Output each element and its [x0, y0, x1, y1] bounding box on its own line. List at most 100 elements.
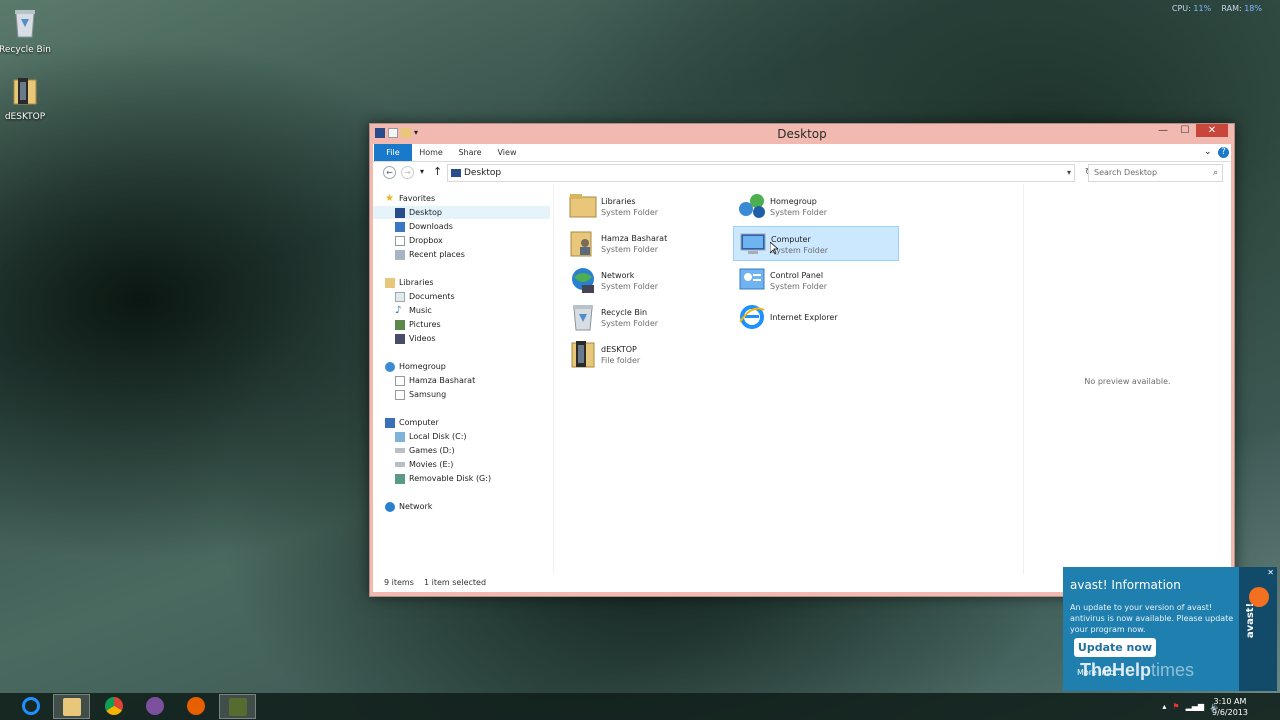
nav-item-libraries[interactable]: Libraries — [385, 276, 434, 289]
nav-item-samsung[interactable]: Samsung — [395, 388, 446, 401]
taskbar-app[interactable] — [219, 694, 256, 719]
computer-icon — [385, 417, 395, 428]
nav-item-local-disk-c[interactable]: Local Disk (C:) — [395, 430, 467, 443]
address-dropdown-icon[interactable]: ▾ — [1067, 165, 1071, 181]
search-icon[interactable]: ⌕ — [1213, 165, 1218, 181]
minimize-button[interactable]: — — [1152, 124, 1174, 137]
file-type: System Folder — [601, 282, 659, 291]
nav-item-pictures[interactable]: Pictures — [395, 318, 441, 331]
libraries-icon — [569, 194, 597, 218]
file-item-homegroup[interactable]: Homegroup System Folder — [733, 189, 899, 224]
nav-item-documents[interactable]: Documents — [395, 290, 455, 303]
mouse-cursor-icon — [770, 242, 778, 255]
flag-icon[interactable]: ⚑ — [1172, 702, 1179, 711]
nav-item-label: Favorites — [399, 194, 436, 203]
file-item-network[interactable]: Network System Folder — [564, 263, 730, 298]
file-item-recycle-bin[interactable]: Recycle Bin System Folder — [564, 300, 730, 335]
nav-item-label: Computer — [399, 418, 439, 427]
tab-file[interactable]: File — [374, 144, 412, 161]
navigation-bar: ← → ▾ ↑ Desktop ▾ ↻ Search Desktop ⌕ — [373, 162, 1231, 184]
network-icon — [385, 501, 395, 512]
help-icon[interactable]: ? — [1218, 147, 1229, 158]
control-panel-icon — [739, 268, 765, 290]
clock-time: 3:10 AM — [1213, 697, 1247, 706]
expand-ribbon-icon[interactable]: ⌄ — [1204, 147, 1212, 157]
app-icon — [228, 698, 247, 716]
back-button[interactable]: ← — [383, 166, 396, 179]
drive-icon — [395, 462, 405, 467]
tab-home[interactable]: Home — [417, 144, 445, 161]
tab-share[interactable]: Share — [456, 144, 484, 161]
file-explorer-icon — [62, 698, 81, 716]
video-icon — [395, 333, 405, 344]
address-bar[interactable]: Desktop ▾ — [447, 164, 1075, 182]
taskbar-viber[interactable] — [136, 694, 173, 719]
desktop-icon-label: Recycle Bin — [0, 45, 51, 55]
nav-item-movies-e[interactable]: Movies (E:) — [395, 458, 453, 471]
file-item-computer[interactable]: Computer System Folder — [733, 226, 899, 261]
firefox-icon — [186, 697, 205, 715]
title-bar[interactable]: ▾ Desktop — ☐ ✕ — [370, 124, 1234, 144]
file-item-desktop-folder[interactable]: dESKTOP File folder — [564, 337, 730, 372]
close-button[interactable]: ✕ — [1196, 124, 1228, 137]
taskbar-internet-explorer[interactable] — [12, 694, 49, 719]
tab-view[interactable]: View — [495, 144, 519, 161]
nav-item-games-d[interactable]: Games (D:) — [395, 444, 455, 457]
desktop-icon-recycle-bin[interactable]: Recycle Bin — [0, 7, 57, 55]
recent-locations-icon[interactable]: ▾ — [420, 167, 424, 176]
nav-item-downloads[interactable]: Downloads — [395, 220, 453, 233]
tray-expand-icon[interactable]: ▴ — [1162, 702, 1166, 711]
preview-pane: No preview available. — [1023, 184, 1231, 574]
network-icon — [572, 268, 594, 293]
recent-places-icon — [395, 249, 405, 260]
nav-item-music[interactable]: ♪ Music — [395, 304, 432, 317]
preview-message: No preview available. — [1084, 377, 1171, 386]
network-signal-icon[interactable]: ▂▄▆ — [1186, 702, 1204, 711]
nav-item-label: Recent places — [409, 250, 465, 259]
desktop-icon — [451, 169, 461, 177]
navigation-pane: ★ Favorites Desktop Downloads Dropbox Rec… — [373, 184, 551, 574]
nav-item-recent-places[interactable]: Recent places — [395, 248, 465, 261]
desktop-icon-desktop-folder[interactable]: dESKTOP — [0, 74, 57, 122]
ribbon: File Home Share View ⌄ ? — [373, 144, 1231, 162]
up-button[interactable]: ↑ — [433, 165, 442, 178]
user-icon — [395, 389, 405, 400]
music-icon: ♪ — [395, 304, 402, 316]
update-now-button[interactable]: Update now — [1074, 638, 1156, 657]
taskbar-firefox[interactable] — [177, 694, 214, 719]
drive-icon — [395, 431, 405, 442]
nav-item-desktop[interactable]: Desktop — [373, 206, 550, 219]
nav-item-computer[interactable]: Computer — [385, 416, 439, 429]
viber-icon — [145, 697, 164, 715]
file-item-internet-explorer[interactable]: Internet Explorer — [733, 300, 899, 335]
recycle-bin-icon — [15, 10, 35, 38]
taskbar-file-explorer[interactable] — [53, 694, 90, 719]
file-item-control-panel[interactable]: Control Panel System Folder — [733, 263, 899, 298]
search-input[interactable]: Search Desktop ⌕ — [1088, 164, 1223, 182]
taskbar-chrome[interactable] — [95, 694, 132, 719]
nav-item-favorites[interactable]: ★ Favorites — [385, 192, 435, 205]
file-list: Libraries System Folder Homegroup System… — [553, 184, 1023, 574]
nav-item-dropbox[interactable]: Dropbox — [395, 234, 443, 247]
nav-item-network[interactable]: Network — [385, 500, 432, 513]
file-name: Hamza Basharat — [601, 234, 668, 243]
nav-item-videos[interactable]: Videos — [395, 332, 436, 345]
file-name: dESKTOP — [601, 345, 637, 354]
file-item-libraries[interactable]: Libraries System Folder — [564, 189, 730, 224]
maximize-button[interactable]: ☐ — [1174, 124, 1196, 137]
clock[interactable]: 3:10 AM 9/6/2013 — [1210, 696, 1250, 718]
avast-message: An update to your version of avast! anti… — [1070, 603, 1234, 634]
nav-item-hamza-basharat[interactable]: Hamza Basharat — [395, 374, 475, 387]
nav-item-homegroup[interactable]: Homegroup — [385, 360, 446, 373]
forward-button[interactable]: → — [401, 166, 414, 179]
avast-close-icon[interactable]: ✕ — [1267, 568, 1274, 577]
file-item-hamza-basharat[interactable]: Hamza Basharat System Folder — [564, 226, 730, 261]
avast-logo-text: avast! — [1244, 602, 1256, 639]
star-icon: ★ — [385, 192, 394, 204]
download-icon — [395, 221, 405, 232]
usb-drive-icon — [395, 473, 405, 484]
nav-item-removable-disk-g[interactable]: Removable Disk (G:) — [395, 472, 491, 485]
avast-title: avast! Information — [1070, 578, 1181, 592]
nav-item-label: Desktop — [409, 208, 442, 217]
nav-item-label: Downloads — [409, 222, 453, 231]
